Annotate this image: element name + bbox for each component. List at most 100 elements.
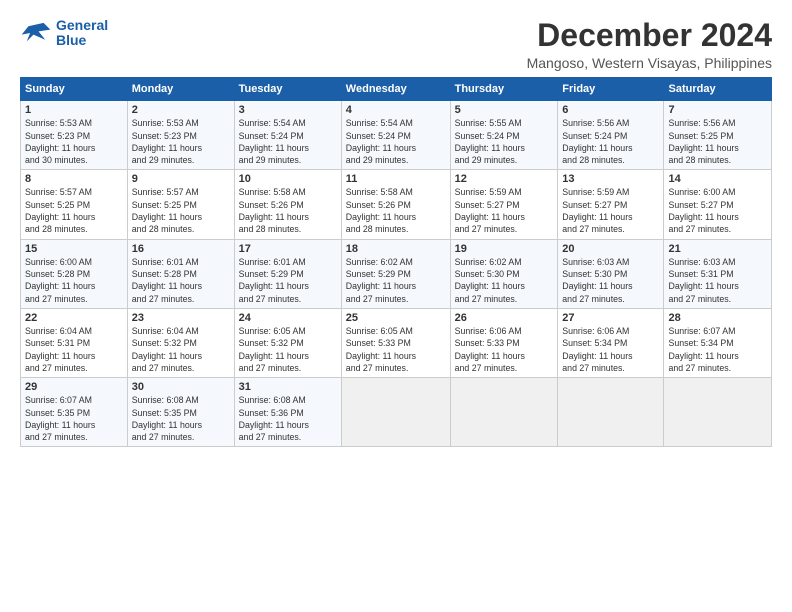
day-info: Sunrise: 5:56 AM Sunset: 5:25 PM Dayligh… <box>668 117 767 166</box>
day-info: Sunrise: 6:07 AM Sunset: 5:35 PM Dayligh… <box>25 394 123 443</box>
day-number: 2 <box>132 104 230 116</box>
calendar-week-row: 8Sunrise: 5:57 AM Sunset: 5:25 PM Daylig… <box>21 170 772 239</box>
day-info: Sunrise: 5:57 AM Sunset: 5:25 PM Dayligh… <box>25 186 123 235</box>
day-info: Sunrise: 6:07 AM Sunset: 5:34 PM Dayligh… <box>668 325 767 374</box>
day-number: 7 <box>668 104 767 116</box>
day-info: Sunrise: 6:04 AM Sunset: 5:31 PM Dayligh… <box>25 325 123 374</box>
calendar-cell: 12Sunrise: 5:59 AM Sunset: 5:27 PM Dayli… <box>450 170 558 239</box>
calendar-cell: 4Sunrise: 5:54 AM Sunset: 5:24 PM Daylig… <box>341 101 450 170</box>
calendar-cell: 29Sunrise: 6:07 AM Sunset: 5:35 PM Dayli… <box>21 378 128 447</box>
day-number: 20 <box>562 243 659 255</box>
calendar-cell: 30Sunrise: 6:08 AM Sunset: 5:35 PM Dayli… <box>127 378 234 447</box>
day-info: Sunrise: 5:56 AM Sunset: 5:24 PM Dayligh… <box>562 117 659 166</box>
calendar-week-row: 1Sunrise: 5:53 AM Sunset: 5:23 PM Daylig… <box>21 101 772 170</box>
calendar-cell: 8Sunrise: 5:57 AM Sunset: 5:25 PM Daylig… <box>21 170 128 239</box>
day-number: 9 <box>132 173 230 185</box>
calendar-table: SundayMondayTuesdayWednesdayThursdayFrid… <box>20 77 772 447</box>
day-number: 5 <box>455 104 554 116</box>
day-number: 23 <box>132 312 230 324</box>
header-wednesday: Wednesday <box>341 78 450 101</box>
calendar-cell: 28Sunrise: 6:07 AM Sunset: 5:34 PM Dayli… <box>664 308 772 377</box>
calendar-cell: 9Sunrise: 5:57 AM Sunset: 5:25 PM Daylig… <box>127 170 234 239</box>
day-info: Sunrise: 5:59 AM Sunset: 5:27 PM Dayligh… <box>455 186 554 235</box>
main-title: December 2024 <box>527 18 772 53</box>
day-number: 29 <box>25 381 123 393</box>
calendar-cell: 11Sunrise: 5:58 AM Sunset: 5:26 PM Dayli… <box>341 170 450 239</box>
header-friday: Friday <box>558 78 664 101</box>
day-info: Sunrise: 6:02 AM Sunset: 5:29 PM Dayligh… <box>346 256 446 305</box>
logo: GeneralBlue <box>20 18 108 49</box>
day-info: Sunrise: 5:53 AM Sunset: 5:23 PM Dayligh… <box>132 117 230 166</box>
day-info: Sunrise: 6:03 AM Sunset: 5:31 PM Dayligh… <box>668 256 767 305</box>
logo-text: GeneralBlue <box>56 18 108 49</box>
calendar-cell: 1Sunrise: 5:53 AM Sunset: 5:23 PM Daylig… <box>21 101 128 170</box>
day-info: Sunrise: 6:03 AM Sunset: 5:30 PM Dayligh… <box>562 256 659 305</box>
calendar-cell: 2Sunrise: 5:53 AM Sunset: 5:23 PM Daylig… <box>127 101 234 170</box>
day-number: 26 <box>455 312 554 324</box>
day-number: 14 <box>668 173 767 185</box>
calendar-week-row: 22Sunrise: 6:04 AM Sunset: 5:31 PM Dayli… <box>21 308 772 377</box>
calendar-cell: 31Sunrise: 6:08 AM Sunset: 5:36 PM Dayli… <box>234 378 341 447</box>
calendar-cell: 15Sunrise: 6:00 AM Sunset: 5:28 PM Dayli… <box>21 239 128 308</box>
header-tuesday: Tuesday <box>234 78 341 101</box>
day-number: 27 <box>562 312 659 324</box>
day-info: Sunrise: 5:59 AM Sunset: 5:27 PM Dayligh… <box>562 186 659 235</box>
day-info: Sunrise: 6:01 AM Sunset: 5:29 PM Dayligh… <box>239 256 337 305</box>
day-info: Sunrise: 5:54 AM Sunset: 5:24 PM Dayligh… <box>346 117 446 166</box>
calendar-cell: 20Sunrise: 6:03 AM Sunset: 5:30 PM Dayli… <box>558 239 664 308</box>
day-number: 6 <box>562 104 659 116</box>
calendar-cell: 17Sunrise: 6:01 AM Sunset: 5:29 PM Dayli… <box>234 239 341 308</box>
day-number: 17 <box>239 243 337 255</box>
day-number: 22 <box>25 312 123 324</box>
calendar-week-row: 15Sunrise: 6:00 AM Sunset: 5:28 PM Dayli… <box>21 239 772 308</box>
header-row: GeneralBlue December 2024 Mangoso, Weste… <box>20 18 772 71</box>
calendar-cell <box>450 378 558 447</box>
calendar-cell <box>341 378 450 447</box>
day-number: 30 <box>132 381 230 393</box>
header-sunday: Sunday <box>21 78 128 101</box>
calendar-cell: 7Sunrise: 5:56 AM Sunset: 5:25 PM Daylig… <box>664 101 772 170</box>
calendar-cell <box>664 378 772 447</box>
header-monday: Monday <box>127 78 234 101</box>
day-number: 12 <box>455 173 554 185</box>
calendar-cell: 18Sunrise: 6:02 AM Sunset: 5:29 PM Dayli… <box>341 239 450 308</box>
calendar-cell: 24Sunrise: 6:05 AM Sunset: 5:32 PM Dayli… <box>234 308 341 377</box>
day-info: Sunrise: 6:05 AM Sunset: 5:32 PM Dayligh… <box>239 325 337 374</box>
calendar-cell: 14Sunrise: 6:00 AM Sunset: 5:27 PM Dayli… <box>664 170 772 239</box>
day-info: Sunrise: 5:54 AM Sunset: 5:24 PM Dayligh… <box>239 117 337 166</box>
subtitle: Mangoso, Western Visayas, Philippines <box>527 55 772 71</box>
calendar-cell: 22Sunrise: 6:04 AM Sunset: 5:31 PM Dayli… <box>21 308 128 377</box>
logo-bird-icon <box>20 19 52 47</box>
calendar-header-row: SundayMondayTuesdayWednesdayThursdayFrid… <box>21 78 772 101</box>
day-info: Sunrise: 5:58 AM Sunset: 5:26 PM Dayligh… <box>239 186 337 235</box>
day-info: Sunrise: 6:00 AM Sunset: 5:28 PM Dayligh… <box>25 256 123 305</box>
calendar-cell: 5Sunrise: 5:55 AM Sunset: 5:24 PM Daylig… <box>450 101 558 170</box>
calendar-cell: 23Sunrise: 6:04 AM Sunset: 5:32 PM Dayli… <box>127 308 234 377</box>
day-number: 1 <box>25 104 123 116</box>
day-info: Sunrise: 6:06 AM Sunset: 5:33 PM Dayligh… <box>455 325 554 374</box>
calendar-cell <box>558 378 664 447</box>
day-number: 13 <box>562 173 659 185</box>
day-number: 25 <box>346 312 446 324</box>
calendar-cell: 10Sunrise: 5:58 AM Sunset: 5:26 PM Dayli… <box>234 170 341 239</box>
day-number: 8 <box>25 173 123 185</box>
calendar-cell: 16Sunrise: 6:01 AM Sunset: 5:28 PM Dayli… <box>127 239 234 308</box>
day-number: 28 <box>668 312 767 324</box>
header-saturday: Saturday <box>664 78 772 101</box>
calendar-cell: 19Sunrise: 6:02 AM Sunset: 5:30 PM Dayli… <box>450 239 558 308</box>
day-info: Sunrise: 6:00 AM Sunset: 5:27 PM Dayligh… <box>668 186 767 235</box>
day-number: 18 <box>346 243 446 255</box>
calendar-cell: 21Sunrise: 6:03 AM Sunset: 5:31 PM Dayli… <box>664 239 772 308</box>
day-info: Sunrise: 5:57 AM Sunset: 5:25 PM Dayligh… <box>132 186 230 235</box>
day-number: 21 <box>668 243 767 255</box>
day-info: Sunrise: 6:02 AM Sunset: 5:30 PM Dayligh… <box>455 256 554 305</box>
day-info: Sunrise: 6:04 AM Sunset: 5:32 PM Dayligh… <box>132 325 230 374</box>
header-thursday: Thursday <box>450 78 558 101</box>
day-info: Sunrise: 5:58 AM Sunset: 5:26 PM Dayligh… <box>346 186 446 235</box>
day-info: Sunrise: 5:55 AM Sunset: 5:24 PM Dayligh… <box>455 117 554 166</box>
calendar-cell: 3Sunrise: 5:54 AM Sunset: 5:24 PM Daylig… <box>234 101 341 170</box>
day-info: Sunrise: 6:08 AM Sunset: 5:36 PM Dayligh… <box>239 394 337 443</box>
calendar-cell: 6Sunrise: 5:56 AM Sunset: 5:24 PM Daylig… <box>558 101 664 170</box>
day-info: Sunrise: 5:53 AM Sunset: 5:23 PM Dayligh… <box>25 117 123 166</box>
day-number: 19 <box>455 243 554 255</box>
